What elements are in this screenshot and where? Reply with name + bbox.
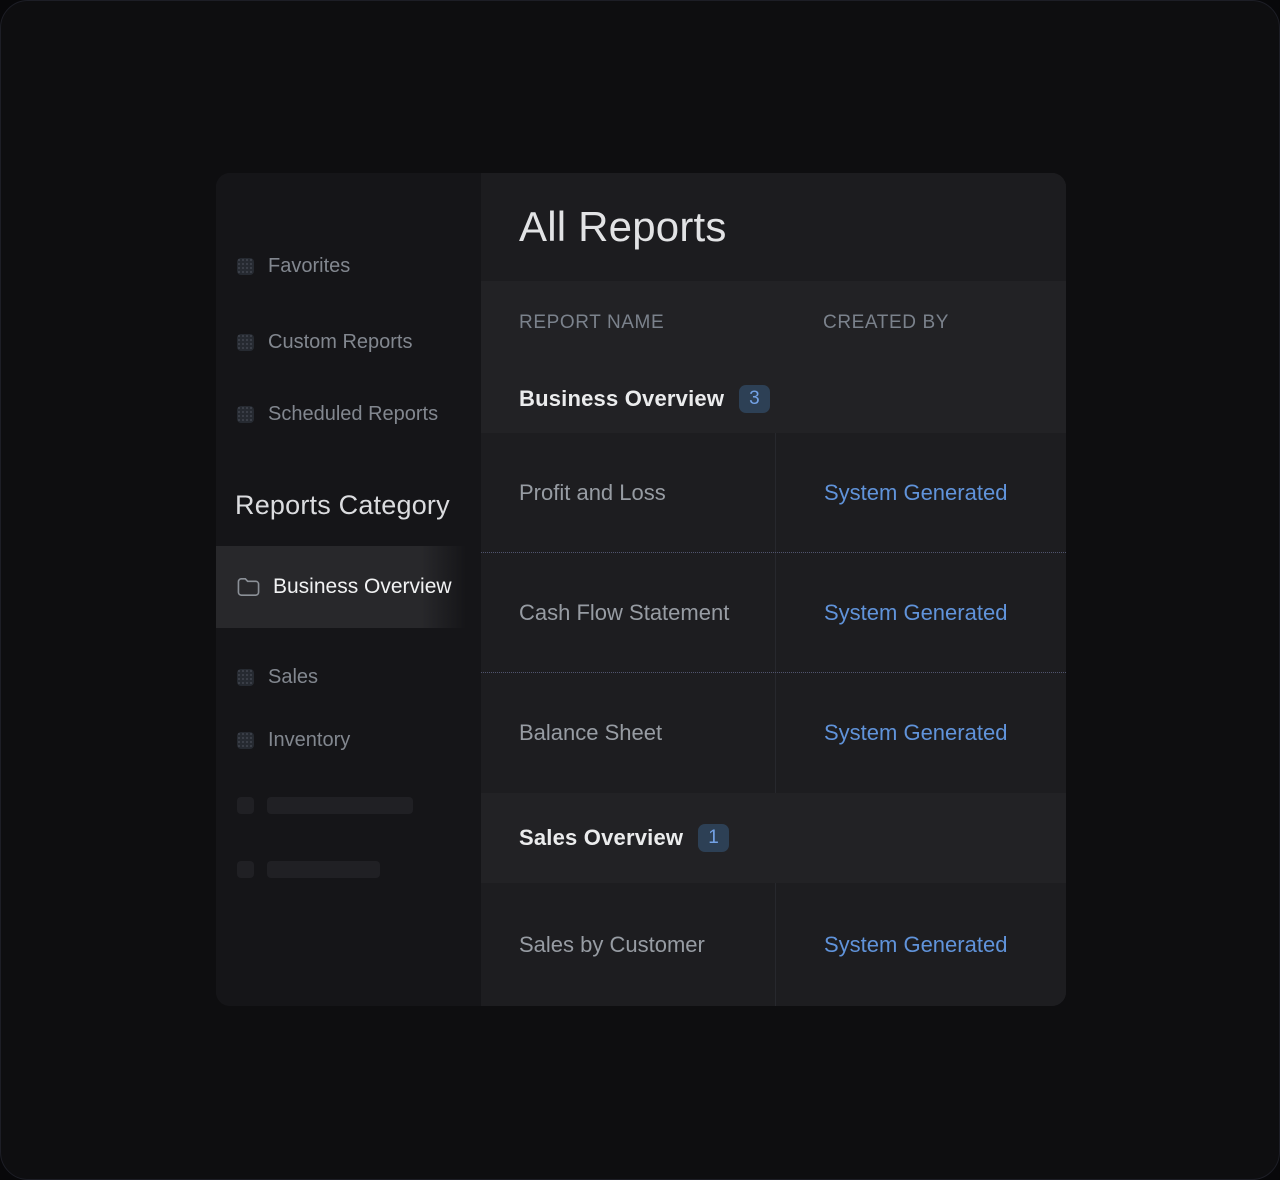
group-count-badge: 3 (739, 385, 770, 413)
created-by-cell: System Generated (775, 883, 1066, 1006)
group-header-business-overview[interactable]: Business Overview 3 (481, 365, 1066, 433)
reports-category-heading: Reports Category (235, 490, 450, 521)
group-name: Business Overview (519, 386, 724, 412)
created-by-cell: System Generated (775, 433, 1066, 552)
created-by-link[interactable]: System Generated (824, 600, 1007, 626)
custom-reports-icon (237, 334, 254, 351)
column-header-report-name: REPORT NAME (481, 312, 775, 334)
skeleton-list-item (237, 797, 413, 814)
skeleton-list-item (237, 861, 380, 878)
table-row[interactable]: Profit and Loss System Generated (481, 433, 1066, 553)
table-header-band: REPORT NAME CREATED BY Business Overview… (481, 281, 1066, 433)
created-by-link[interactable]: System Generated (824, 932, 1007, 958)
group-name: Sales Overview (519, 825, 683, 851)
sidebar-item-label: Favorites (268, 255, 350, 278)
sidebar-item-scheduled-reports[interactable]: Scheduled Reports (216, 392, 481, 436)
table-row[interactable]: Cash Flow Statement System Generated (481, 553, 1066, 673)
table-row[interactable]: Balance Sheet System Generated (481, 673, 1066, 793)
group-header-sales-overview[interactable]: Sales Overview 1 (481, 793, 1066, 883)
inventory-icon (237, 732, 254, 749)
sidebar: Favorites Custom Reports Scheduled Repor… (216, 173, 481, 1006)
scheduled-reports-icon (237, 406, 254, 423)
sidebar-item-inventory[interactable]: Inventory (216, 718, 481, 762)
sales-overview-rows: Sales by Customer System Generated (481, 883, 1066, 1006)
page-title: All Reports (519, 203, 727, 251)
created-by-cell: System Generated (775, 673, 1066, 793)
reports-panel: Favorites Custom Reports Scheduled Repor… (216, 173, 1066, 1006)
created-by-link[interactable]: System Generated (824, 480, 1007, 506)
skeleton-bar (267, 797, 413, 814)
sidebar-item-label: Sales (268, 666, 318, 689)
report-name-cell[interactable]: Cash Flow Statement (481, 600, 775, 626)
table-column-headers: REPORT NAME CREATED BY (481, 281, 1066, 365)
sidebar-selected-label: Business Overview (273, 575, 452, 599)
skeleton-icon (237, 861, 254, 878)
column-header-created-by: CREATED BY (775, 312, 1066, 334)
sales-overview-band: Sales Overview 1 (481, 793, 1066, 883)
favorites-icon (237, 258, 254, 275)
sidebar-item-custom-reports[interactable]: Custom Reports (216, 320, 481, 364)
app-background: Favorites Custom Reports Scheduled Repor… (0, 0, 1280, 1180)
sidebar-item-business-overview-selected[interactable]: Business Overview (216, 546, 466, 628)
sidebar-item-sales[interactable]: Sales (216, 655, 481, 699)
sales-icon (237, 669, 254, 686)
sidebar-item-label: Custom Reports (268, 331, 413, 354)
table-row[interactable]: Sales by Customer System Generated (481, 883, 1066, 1006)
report-name-cell[interactable]: Sales by Customer (481, 932, 775, 958)
skeleton-bar (267, 861, 380, 878)
main-content: All Reports REPORT NAME CREATED BY Busin… (481, 173, 1066, 1006)
business-overview-rows: Profit and Loss System Generated Cash Fl… (481, 433, 1066, 793)
sidebar-item-label: Inventory (268, 729, 350, 752)
title-band: All Reports (481, 173, 1066, 281)
group-count-badge: 1 (698, 824, 729, 852)
sidebar-item-favorites[interactable]: Favorites (216, 244, 481, 288)
created-by-link[interactable]: System Generated (824, 720, 1007, 746)
skeleton-icon (237, 797, 254, 814)
folder-icon (237, 577, 260, 597)
report-name-cell[interactable]: Balance Sheet (481, 720, 775, 746)
report-name-cell[interactable]: Profit and Loss (481, 480, 775, 506)
created-by-cell: System Generated (775, 553, 1066, 672)
sidebar-item-label: Scheduled Reports (268, 403, 438, 426)
